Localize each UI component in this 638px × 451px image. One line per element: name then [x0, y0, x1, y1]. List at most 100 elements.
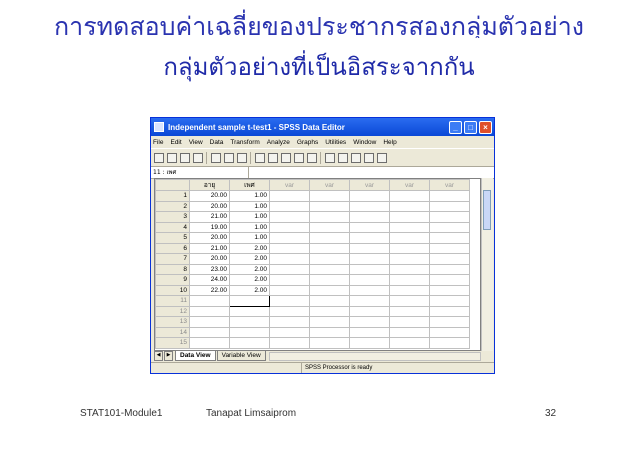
- empty-cell[interactable]: [309, 337, 350, 349]
- menu-item[interactable]: Help: [383, 139, 396, 146]
- empty-cell[interactable]: [349, 263, 390, 275]
- empty-cell[interactable]: [389, 221, 430, 233]
- empty-cell[interactable]: [389, 200, 430, 212]
- data-cell-age[interactable]: 22.00: [189, 284, 230, 296]
- empty-cell[interactable]: [269, 190, 310, 202]
- empty-cell[interactable]: [309, 274, 350, 286]
- menu-item[interactable]: Transform: [230, 139, 259, 146]
- dialog-recall-icon[interactable]: [193, 152, 203, 163]
- row-number[interactable]: 1: [155, 190, 190, 202]
- empty-cell[interactable]: [269, 316, 310, 328]
- data-cell-sex[interactable]: 2.00: [229, 274, 270, 286]
- undo-icon[interactable]: [211, 152, 221, 163]
- empty-cell[interactable]: [389, 316, 430, 328]
- empty-cell[interactable]: [389, 337, 430, 349]
- data-cell-age[interactable]: 24.00: [189, 274, 230, 286]
- empty-cell[interactable]: [389, 263, 430, 275]
- menu-item[interactable]: View: [189, 139, 203, 146]
- empty-cell[interactable]: [429, 263, 470, 275]
- data-cell-sex[interactable]: 1.00: [229, 221, 270, 233]
- empty-cell[interactable]: [269, 253, 310, 265]
- menu-item[interactable]: Data: [210, 139, 224, 146]
- vertical-scrollbar[interactable]: [481, 178, 493, 351]
- goto-case-icon[interactable]: [255, 152, 265, 163]
- value-labels-icon[interactable]: [364, 152, 374, 163]
- data-cell-sex[interactable]: 2.00: [229, 253, 270, 265]
- empty-cell[interactable]: [429, 221, 470, 233]
- data-cell-sex[interactable]: 2.00: [229, 263, 270, 275]
- empty-cell[interactable]: [309, 211, 350, 223]
- data-cell-age[interactable]: 20.00: [189, 232, 230, 244]
- empty-cell[interactable]: [389, 211, 430, 223]
- empty-cell[interactable]: [269, 274, 310, 286]
- empty-cell[interactable]: [309, 284, 350, 296]
- data-cell-age[interactable]: 20.00: [189, 253, 230, 265]
- data-cell-sex[interactable]: 2.00: [229, 242, 270, 254]
- empty-cell[interactable]: [429, 326, 470, 338]
- empty-cell[interactable]: [269, 200, 310, 212]
- empty-cell[interactable]: [189, 305, 230, 317]
- empty-cell[interactable]: [349, 274, 390, 286]
- empty-cell[interactable]: [389, 190, 430, 202]
- save-icon[interactable]: [167, 152, 177, 163]
- row-number[interactable]: 7: [155, 253, 190, 265]
- empty-cell[interactable]: [429, 274, 470, 286]
- empty-cell[interactable]: [309, 242, 350, 254]
- data-cell-sex[interactable]: 1.00: [229, 190, 270, 202]
- empty-cell[interactable]: [389, 305, 430, 317]
- menu-item[interactable]: Graphs: [297, 139, 318, 146]
- empty-cell[interactable]: [309, 221, 350, 233]
- empty-cell[interactable]: [389, 284, 430, 296]
- empty-cell[interactable]: [389, 274, 430, 286]
- tab-data-view[interactable]: Data View: [175, 351, 216, 361]
- use-sets-icon[interactable]: [377, 152, 387, 163]
- column-header[interactable]: var: [349, 179, 390, 191]
- row-number[interactable]: 12: [155, 305, 190, 317]
- row-number[interactable]: 15: [155, 337, 190, 349]
- empty-cell[interactable]: [269, 284, 310, 296]
- empty-cell[interactable]: [349, 242, 390, 254]
- empty-cell[interactable]: [269, 232, 310, 244]
- empty-cell[interactable]: [429, 200, 470, 212]
- row-number[interactable]: 5: [155, 232, 190, 244]
- empty-cell[interactable]: [349, 337, 390, 349]
- row-number[interactable]: 10: [155, 284, 190, 296]
- row-number[interactable]: 6: [155, 242, 190, 254]
- close-button[interactable]: ×: [479, 120, 492, 134]
- minimize-button[interactable]: _: [449, 120, 462, 134]
- empty-cell[interactable]: [429, 253, 470, 265]
- empty-cell[interactable]: [269, 337, 310, 349]
- row-number[interactable]: 2: [155, 200, 190, 212]
- empty-cell[interactable]: [429, 211, 470, 223]
- empty-cell[interactable]: [389, 326, 430, 338]
- row-number[interactable]: 8: [155, 263, 190, 275]
- row-number[interactable]: 9: [155, 274, 190, 286]
- tab-variable-view[interactable]: Variable View: [216, 351, 266, 361]
- select-cases-icon[interactable]: [351, 152, 361, 163]
- insert-variable-icon[interactable]: [307, 152, 317, 163]
- empty-cell[interactable]: [349, 295, 390, 307]
- empty-cell[interactable]: [189, 295, 230, 307]
- tab-scroll-left-icon[interactable]: ◀: [154, 351, 163, 361]
- horizontal-scrollbar[interactable]: [268, 351, 481, 361]
- empty-cell[interactable]: [309, 326, 350, 338]
- data-cell-sex[interactable]: 1.00: [229, 211, 270, 223]
- tab-scroll-right-icon[interactable]: ▶: [164, 351, 173, 361]
- empty-cell[interactable]: [229, 316, 270, 328]
- data-cell-age[interactable]: 20.00: [189, 200, 230, 212]
- empty-cell[interactable]: [349, 232, 390, 244]
- menu-item[interactable]: File: [153, 139, 163, 146]
- column-header[interactable]: เพศ: [229, 179, 270, 191]
- data-cell-age[interactable]: 21.00: [189, 242, 230, 254]
- empty-cell[interactable]: [309, 190, 350, 202]
- active-cell[interactable]: [229, 295, 270, 307]
- data-cell-sex[interactable]: 1.00: [229, 200, 270, 212]
- empty-cell[interactable]: [269, 326, 310, 338]
- empty-cell[interactable]: [269, 242, 310, 254]
- empty-cell[interactable]: [189, 326, 230, 338]
- empty-cell[interactable]: [429, 284, 470, 296]
- menu-item[interactable]: Window: [353, 139, 376, 146]
- variables-icon[interactable]: [268, 152, 278, 163]
- empty-cell[interactable]: [269, 305, 310, 317]
- empty-cell[interactable]: [309, 200, 350, 212]
